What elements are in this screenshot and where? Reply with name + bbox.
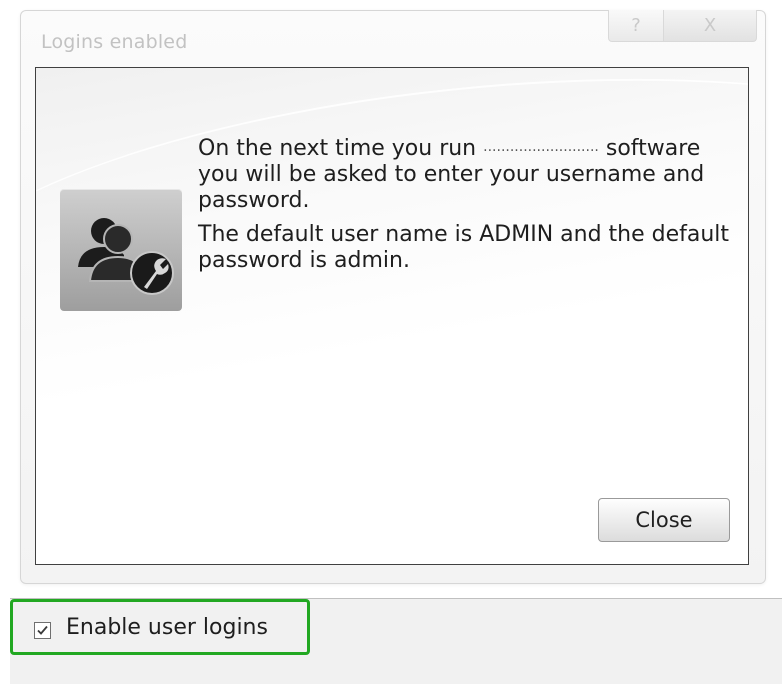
users-wrench-icon: [60, 189, 182, 311]
message-line1-prefix: On the next time you run: [198, 136, 477, 161]
message-line1-dots: ..........................: [483, 139, 599, 155]
title-bar-buttons: ? X: [608, 10, 757, 42]
options-strip: Enable user logins: [10, 598, 782, 684]
help-icon: ?: [631, 15, 641, 36]
close-icon: X: [703, 15, 717, 36]
users-wrench-svg: [78, 218, 174, 295]
window-close-button[interactable]: X: [664, 10, 757, 42]
message-paragraph-1: On the next time you run ...............…: [198, 134, 738, 214]
check-icon: [37, 625, 48, 635]
logins-enabled-dialog: Logins enabled ? X On the next time you …: [20, 10, 766, 584]
close-button[interactable]: Close: [598, 498, 730, 542]
message-text: On the next time you run ...............…: [198, 134, 738, 282]
dialog-title: Logins enabled: [41, 31, 188, 53]
enable-user-logins-label[interactable]: Enable user logins: [66, 615, 268, 640]
page: Logins enabled ? X On the next time you …: [0, 0, 782, 684]
dialog-content-panel: On the next time you run ...............…: [35, 67, 749, 565]
enable-user-logins-checkbox[interactable]: [34, 622, 51, 639]
message-paragraph-2: The default user name is ADMIN and the d…: [198, 222, 730, 273]
help-button[interactable]: ?: [608, 10, 664, 42]
